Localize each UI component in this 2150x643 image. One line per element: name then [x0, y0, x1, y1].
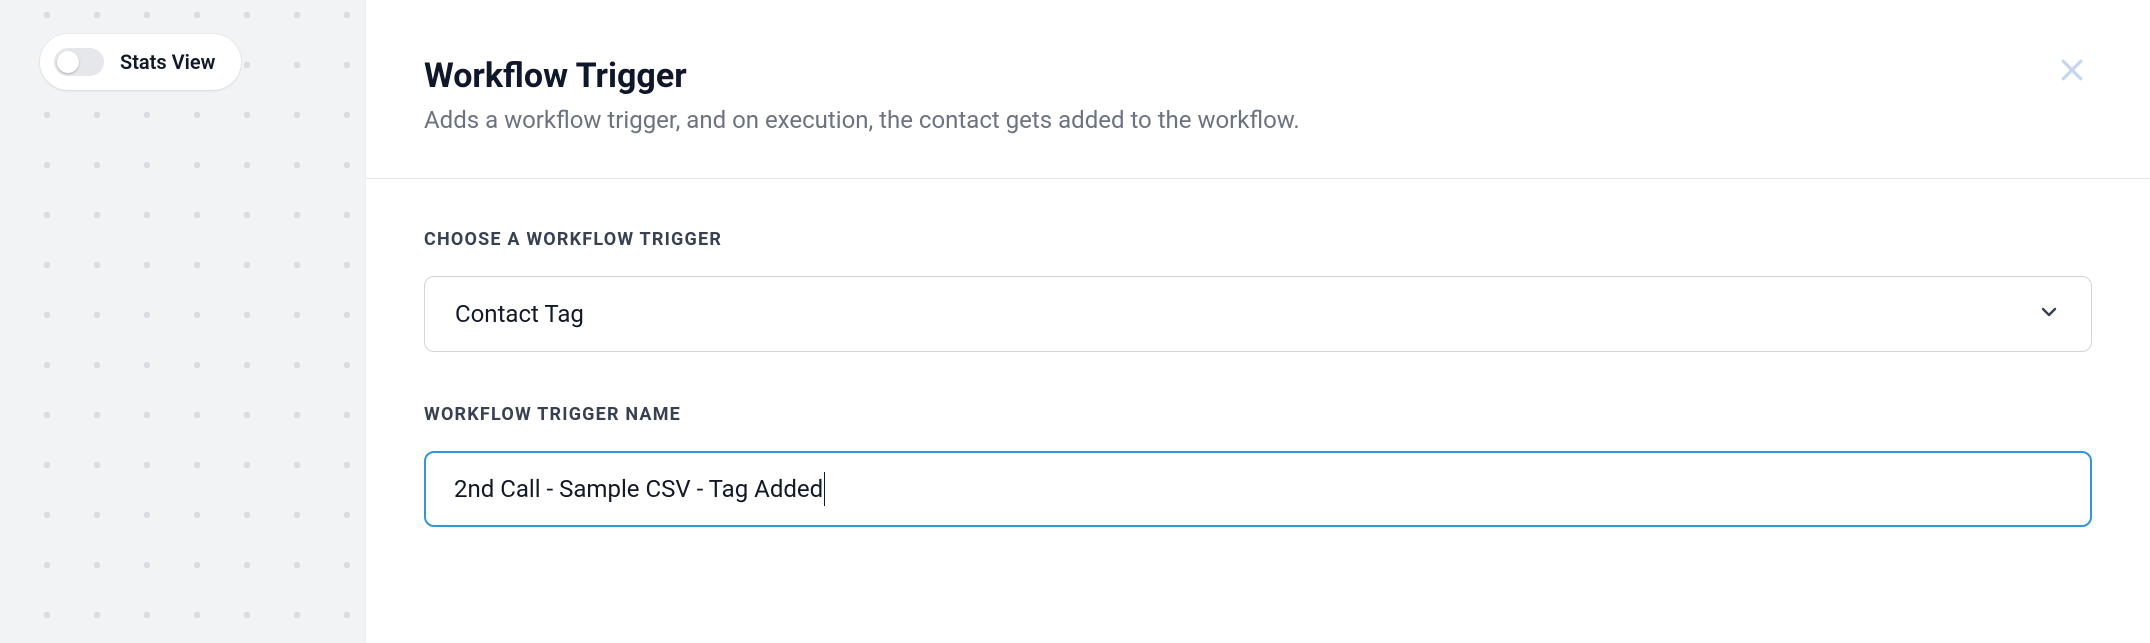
app-root: Stats View Workflow Trigger Adds a workf… [0, 0, 2150, 643]
close-icon [2057, 55, 2087, 89]
stats-view-pill: Stats View [40, 34, 241, 90]
workflow-canvas-sidebar: Stats View [0, 0, 365, 643]
choose-trigger-label: CHOOSE A WORKFLOW TRIGGER [424, 229, 2092, 250]
workflow-trigger-select-value: Contact Tag [455, 300, 584, 328]
panel-subtitle: Adds a workflow trigger, and on executio… [424, 106, 2092, 134]
workflow-trigger-name-text: 2nd Call - Sample CSV - Tag Added [454, 475, 823, 503]
divider [366, 178, 2150, 179]
workflow-trigger-name-value: 2nd Call - Sample CSV - Tag Added [454, 472, 825, 506]
close-button[interactable] [2052, 52, 2092, 92]
workflow-trigger-name-input[interactable]: 2nd Call - Sample CSV - Tag Added [424, 451, 2092, 527]
workflow-trigger-select[interactable]: Contact Tag [424, 276, 2092, 352]
trigger-settings-panel: Workflow Trigger Adds a workflow trigger… [365, 0, 2150, 643]
stats-view-toggle[interactable] [54, 48, 104, 76]
text-caret [824, 472, 825, 506]
chevron-down-icon [2037, 300, 2061, 328]
trigger-name-label: WORKFLOW TRIGGER NAME [424, 404, 2092, 425]
panel-title: Workflow Trigger [424, 56, 2092, 96]
stats-view-label: Stats View [120, 50, 215, 74]
